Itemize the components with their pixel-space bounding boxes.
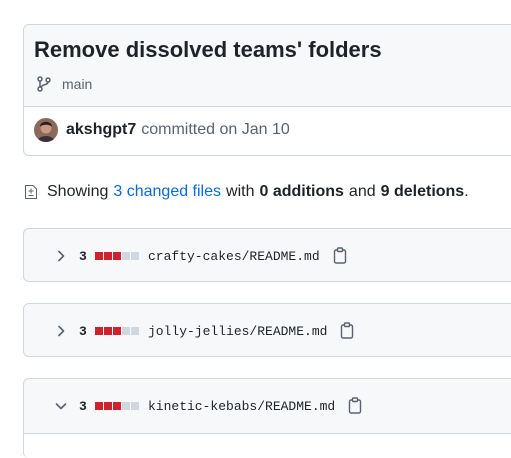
file-path[interactable]: jolly-jellies/README.md (148, 324, 327, 339)
additions-count: 0 additions (259, 183, 344, 200)
avatar[interactable] (34, 118, 58, 142)
copy-icon[interactable] (347, 397, 363, 415)
diff-line-count: 3 (79, 398, 87, 414)
chevron-down-icon[interactable] (53, 398, 69, 414)
file-header[interactable]: 3 crafty-cakes/README.md (24, 229, 511, 281)
commit-date: committed on Jan 10 (141, 121, 290, 138)
chevron-right-icon[interactable] (53, 323, 69, 339)
summary-prefix: Showing (47, 183, 109, 200)
diff-line-count: 3 (79, 248, 87, 264)
summary-with: with (226, 183, 255, 200)
copy-icon[interactable] (339, 322, 355, 340)
diff-line-count: 3 (79, 323, 87, 339)
file-path[interactable]: kinetic-kebabs/README.md (148, 399, 335, 414)
file-diff-card: 3 crafty-cakes/README.md (23, 228, 511, 282)
copy-icon[interactable] (332, 247, 348, 265)
commit-author-row: akshgpt7 committed on Jan 10 (34, 117, 290, 143)
file-path[interactable]: crafty-cakes/README.md (148, 249, 320, 264)
diffstat-bar (95, 327, 140, 335)
file-diff-card: 3 jolly-jellies/README.md (23, 303, 511, 357)
file-diff-icon (25, 185, 37, 199)
branch-name[interactable]: main (62, 76, 92, 92)
deletions-count: 9 deletions (380, 183, 465, 200)
branch-info[interactable]: main (36, 74, 92, 94)
summary-suffix: . (464, 183, 469, 200)
changed-files-link[interactable]: 3 changed files (113, 183, 221, 201)
file-diff-body (24, 433, 511, 458)
diffstat-bar (95, 252, 140, 260)
commit-box: Remove dissolved teams' folders main aks… (23, 24, 511, 156)
file-header[interactable]: 3 jolly-jellies/README.md (24, 304, 511, 356)
commit-title: Remove dissolved teams' folders (34, 37, 382, 62)
git-branch-icon (37, 76, 51, 92)
diff-summary: Showing 3 changed files with 0 additions… (23, 181, 469, 203)
diffstat-bar (95, 402, 140, 410)
summary-and: and (348, 183, 376, 200)
file-diff-card: 3 kinetic-kebabs/README.md (23, 378, 511, 458)
author-name[interactable]: akshgpt7 (66, 121, 136, 139)
commit-header: Remove dissolved teams' folders main (24, 25, 511, 107)
chevron-right-icon[interactable] (53, 248, 69, 264)
file-header[interactable]: 3 kinetic-kebabs/README.md (24, 379, 511, 433)
